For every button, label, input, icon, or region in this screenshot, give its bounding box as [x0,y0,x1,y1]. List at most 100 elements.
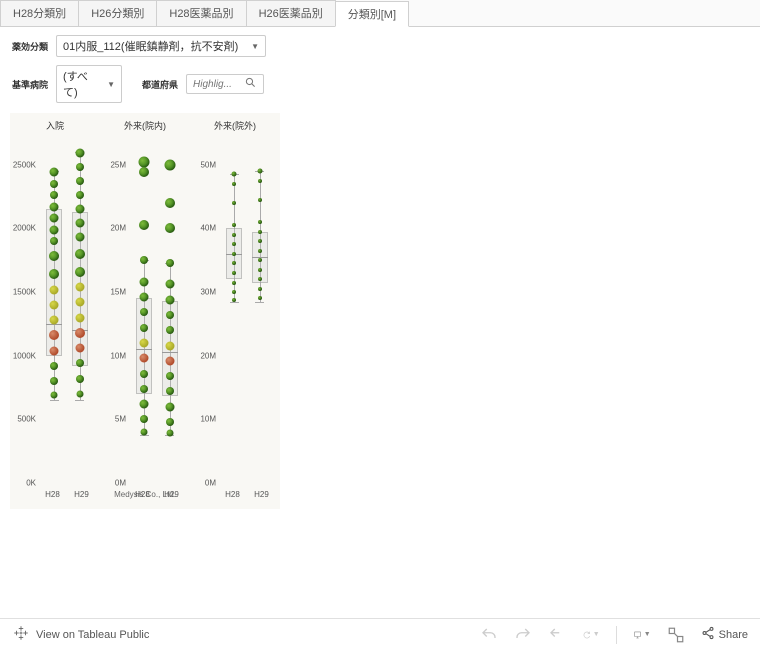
data-point[interactable] [165,295,174,304]
data-point[interactable] [232,172,237,177]
data-point[interactable] [258,296,262,300]
dropdown-yakkou[interactable]: 01内服_112(催眠鎮静剤，抗不安剤) ▼ [56,35,266,57]
data-point[interactable] [75,267,85,277]
data-point[interactable] [75,149,84,158]
data-point[interactable] [232,223,236,227]
data-point[interactable] [50,168,59,177]
data-point[interactable] [141,429,148,436]
fullscreen-button[interactable] [667,626,685,644]
tab-0[interactable]: H28分類別 [0,0,79,26]
tab-4[interactable]: 分類別[M] [335,1,409,27]
data-point[interactable] [140,324,148,332]
data-point[interactable] [50,180,58,188]
data-point[interactable] [258,287,262,291]
data-point[interactable] [140,277,149,286]
data-point[interactable] [76,191,84,199]
data-point[interactable] [232,290,236,294]
data-point[interactable] [258,230,262,234]
data-point[interactable] [76,375,84,383]
data-point[interactable] [165,198,175,208]
data-point[interactable] [50,214,59,223]
data-point[interactable] [50,237,58,245]
data-point[interactable] [258,220,262,224]
refresh-button[interactable]: ▼ [582,626,600,644]
data-point[interactable] [75,344,84,353]
data-point[interactable] [166,387,174,395]
data-point[interactable] [232,233,236,237]
tab-1[interactable]: H26分類別 [78,0,157,26]
data-point[interactable] [258,249,262,253]
data-point[interactable] [166,259,174,267]
device-preview-button[interactable]: ▼ [633,626,651,644]
data-point[interactable] [140,400,149,409]
plot-area[interactable] [38,133,96,483]
data-point[interactable] [165,402,174,411]
data-point[interactable] [75,313,84,322]
plot-area[interactable] [128,133,186,483]
data-point[interactable] [232,271,236,275]
data-point[interactable] [140,339,149,348]
data-point[interactable] [51,392,58,399]
data-point[interactable] [232,281,236,285]
data-point[interactable] [49,330,59,340]
undo-button[interactable] [480,626,498,644]
data-point[interactable] [166,418,174,426]
data-point[interactable] [166,430,173,437]
data-point[interactable] [232,201,236,205]
data-point[interactable] [75,205,84,214]
data-point[interactable] [76,390,83,397]
data-point[interactable] [139,157,150,168]
data-point[interactable] [258,198,262,202]
data-point[interactable] [50,285,59,294]
plot-area[interactable] [218,133,276,483]
data-point[interactable] [75,328,85,338]
highlight-input[interactable] [193,79,245,90]
data-point[interactable] [232,261,236,265]
tab-2[interactable]: H28医薬品別 [156,0,246,26]
data-point[interactable] [139,167,149,177]
data-point[interactable] [258,277,262,281]
data-point[interactable] [166,372,174,380]
data-point[interactable] [258,239,262,243]
data-point[interactable] [165,223,175,233]
data-point[interactable] [50,362,58,370]
data-point[interactable] [232,298,236,302]
data-point[interactable] [139,220,149,230]
data-point[interactable] [140,308,148,316]
data-point[interactable] [49,251,59,261]
data-point[interactable] [76,359,84,367]
data-point[interactable] [76,163,84,171]
data-point[interactable] [258,179,262,183]
data-point[interactable] [140,354,149,363]
data-point[interactable] [165,341,174,350]
data-point[interactable] [140,370,148,378]
data-point[interactable] [257,169,262,174]
data-point[interactable] [140,293,149,302]
data-point[interactable] [50,225,59,234]
data-point[interactable] [50,191,58,199]
data-point[interactable] [232,252,236,256]
data-point[interactable] [232,182,236,186]
data-point[interactable] [50,316,59,325]
revert-button[interactable] [548,626,566,644]
data-point[interactable] [258,258,262,262]
data-point[interactable] [140,415,148,423]
data-point[interactable] [166,311,174,319]
share-button[interactable]: Share [701,626,748,643]
view-on-public-button[interactable]: View on Tableau Public [12,624,149,645]
redo-button[interactable] [514,626,532,644]
data-point[interactable] [49,269,59,279]
data-point[interactable] [140,385,148,393]
tab-3[interactable]: H26医薬品別 [246,0,336,26]
data-point[interactable] [50,377,58,385]
data-point[interactable] [75,219,84,228]
data-point[interactable] [165,280,174,289]
data-point[interactable] [164,159,175,170]
data-point[interactable] [50,346,59,355]
data-point[interactable] [50,300,59,309]
data-point[interactable] [76,177,84,185]
data-point[interactable] [258,268,262,272]
data-point[interactable] [50,202,59,211]
data-point[interactable] [75,298,84,307]
data-point[interactable] [75,233,84,242]
